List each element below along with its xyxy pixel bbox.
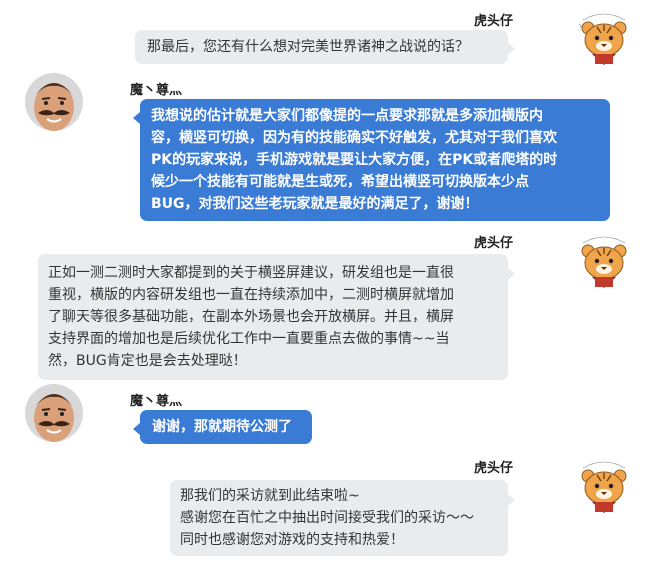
- message-line: 了聊天等很多基础功能，在副本外场景也会开放横屏。并且，横屏: [48, 309, 454, 325]
- message-line: 然，BUG肯定也是会去处理哒！: [48, 353, 247, 369]
- message-line: 谢谢，那就期待公测了: [152, 419, 292, 435]
- message-line: 支持界面的增加也是后续优化工作中一直要重点去做的事情~~当: [48, 331, 450, 347]
- message-line: 正如一测二测时大家都提到的关于横竖屏建议，研发组也是一直很: [48, 265, 454, 281]
- message-line: 我想说的估计就是大家们都像提的一点要求那就是多添加横版内: [151, 108, 543, 124]
- interviewer-message-3: 那我们的采访就到此结束啦~ 感谢您在百忙之中抽出时间接受我们的采访～～ 同时也感…: [170, 480, 515, 556]
- tiger-avatar: [575, 233, 633, 291]
- player-message-2: 谢谢，那就期待公测了: [133, 410, 312, 444]
- interviewer-message-1: 那最后，您还有什么想对完美世界诸神之战说的话？: [135, 30, 515, 64]
- interviewer-name: 虎头仔: [474, 461, 514, 476]
- player-avatar: [25, 73, 83, 131]
- interviewer-message-2: 正如一测二测时大家都提到的关于横竖屏建议，研发组也是一直很 重视，横版的内容研发…: [38, 254, 515, 380]
- message-line: 那最后，您还有什么想对完美世界诸神之战说的话？: [147, 39, 469, 55]
- tiger-avatar: ♪: [575, 10, 633, 68]
- message-line: 重视，横版的内容研发组也一直在持续添加中，二测时横屏就增加: [48, 287, 454, 303]
- player-name: 魔丶尊灬: [130, 394, 183, 409]
- message-line: 感谢您在百忙之中抽出时间接受我们的采访～～: [180, 510, 474, 526]
- player-name: 魔丶尊灬: [130, 83, 183, 98]
- message-line: 那我们的采访就到此结束啦~: [180, 488, 360, 504]
- player-message-1: 我想说的估计就是大家们都像提的一点要求那就是多添加横版内 容，横竖可切换，因为有…: [133, 99, 610, 221]
- tiger-avatar: [575, 458, 633, 516]
- message-line: 容，横竖可切换，因为有的技能确实不好触发，尤其对于我们喜欢: [151, 130, 557, 146]
- interviewer-name: 虎头仔: [474, 236, 514, 251]
- message-line: 同时也感谢您对游戏的支持和热爱！: [180, 532, 404, 548]
- message-line: BUG，对我们这些老玩家就是最好的满足了，谢谢！: [151, 196, 479, 212]
- player-avatar: [25, 384, 83, 442]
- message-line: PK的玩家来说，手机游戏就是要让大家方便，在PK或者爬塔的时: [151, 152, 558, 168]
- message-line: 候少一个技能有可能就是生或死，希望出横竖可切换版本少点: [151, 174, 529, 190]
- interviewer-name: 虎头仔: [474, 14, 514, 29]
